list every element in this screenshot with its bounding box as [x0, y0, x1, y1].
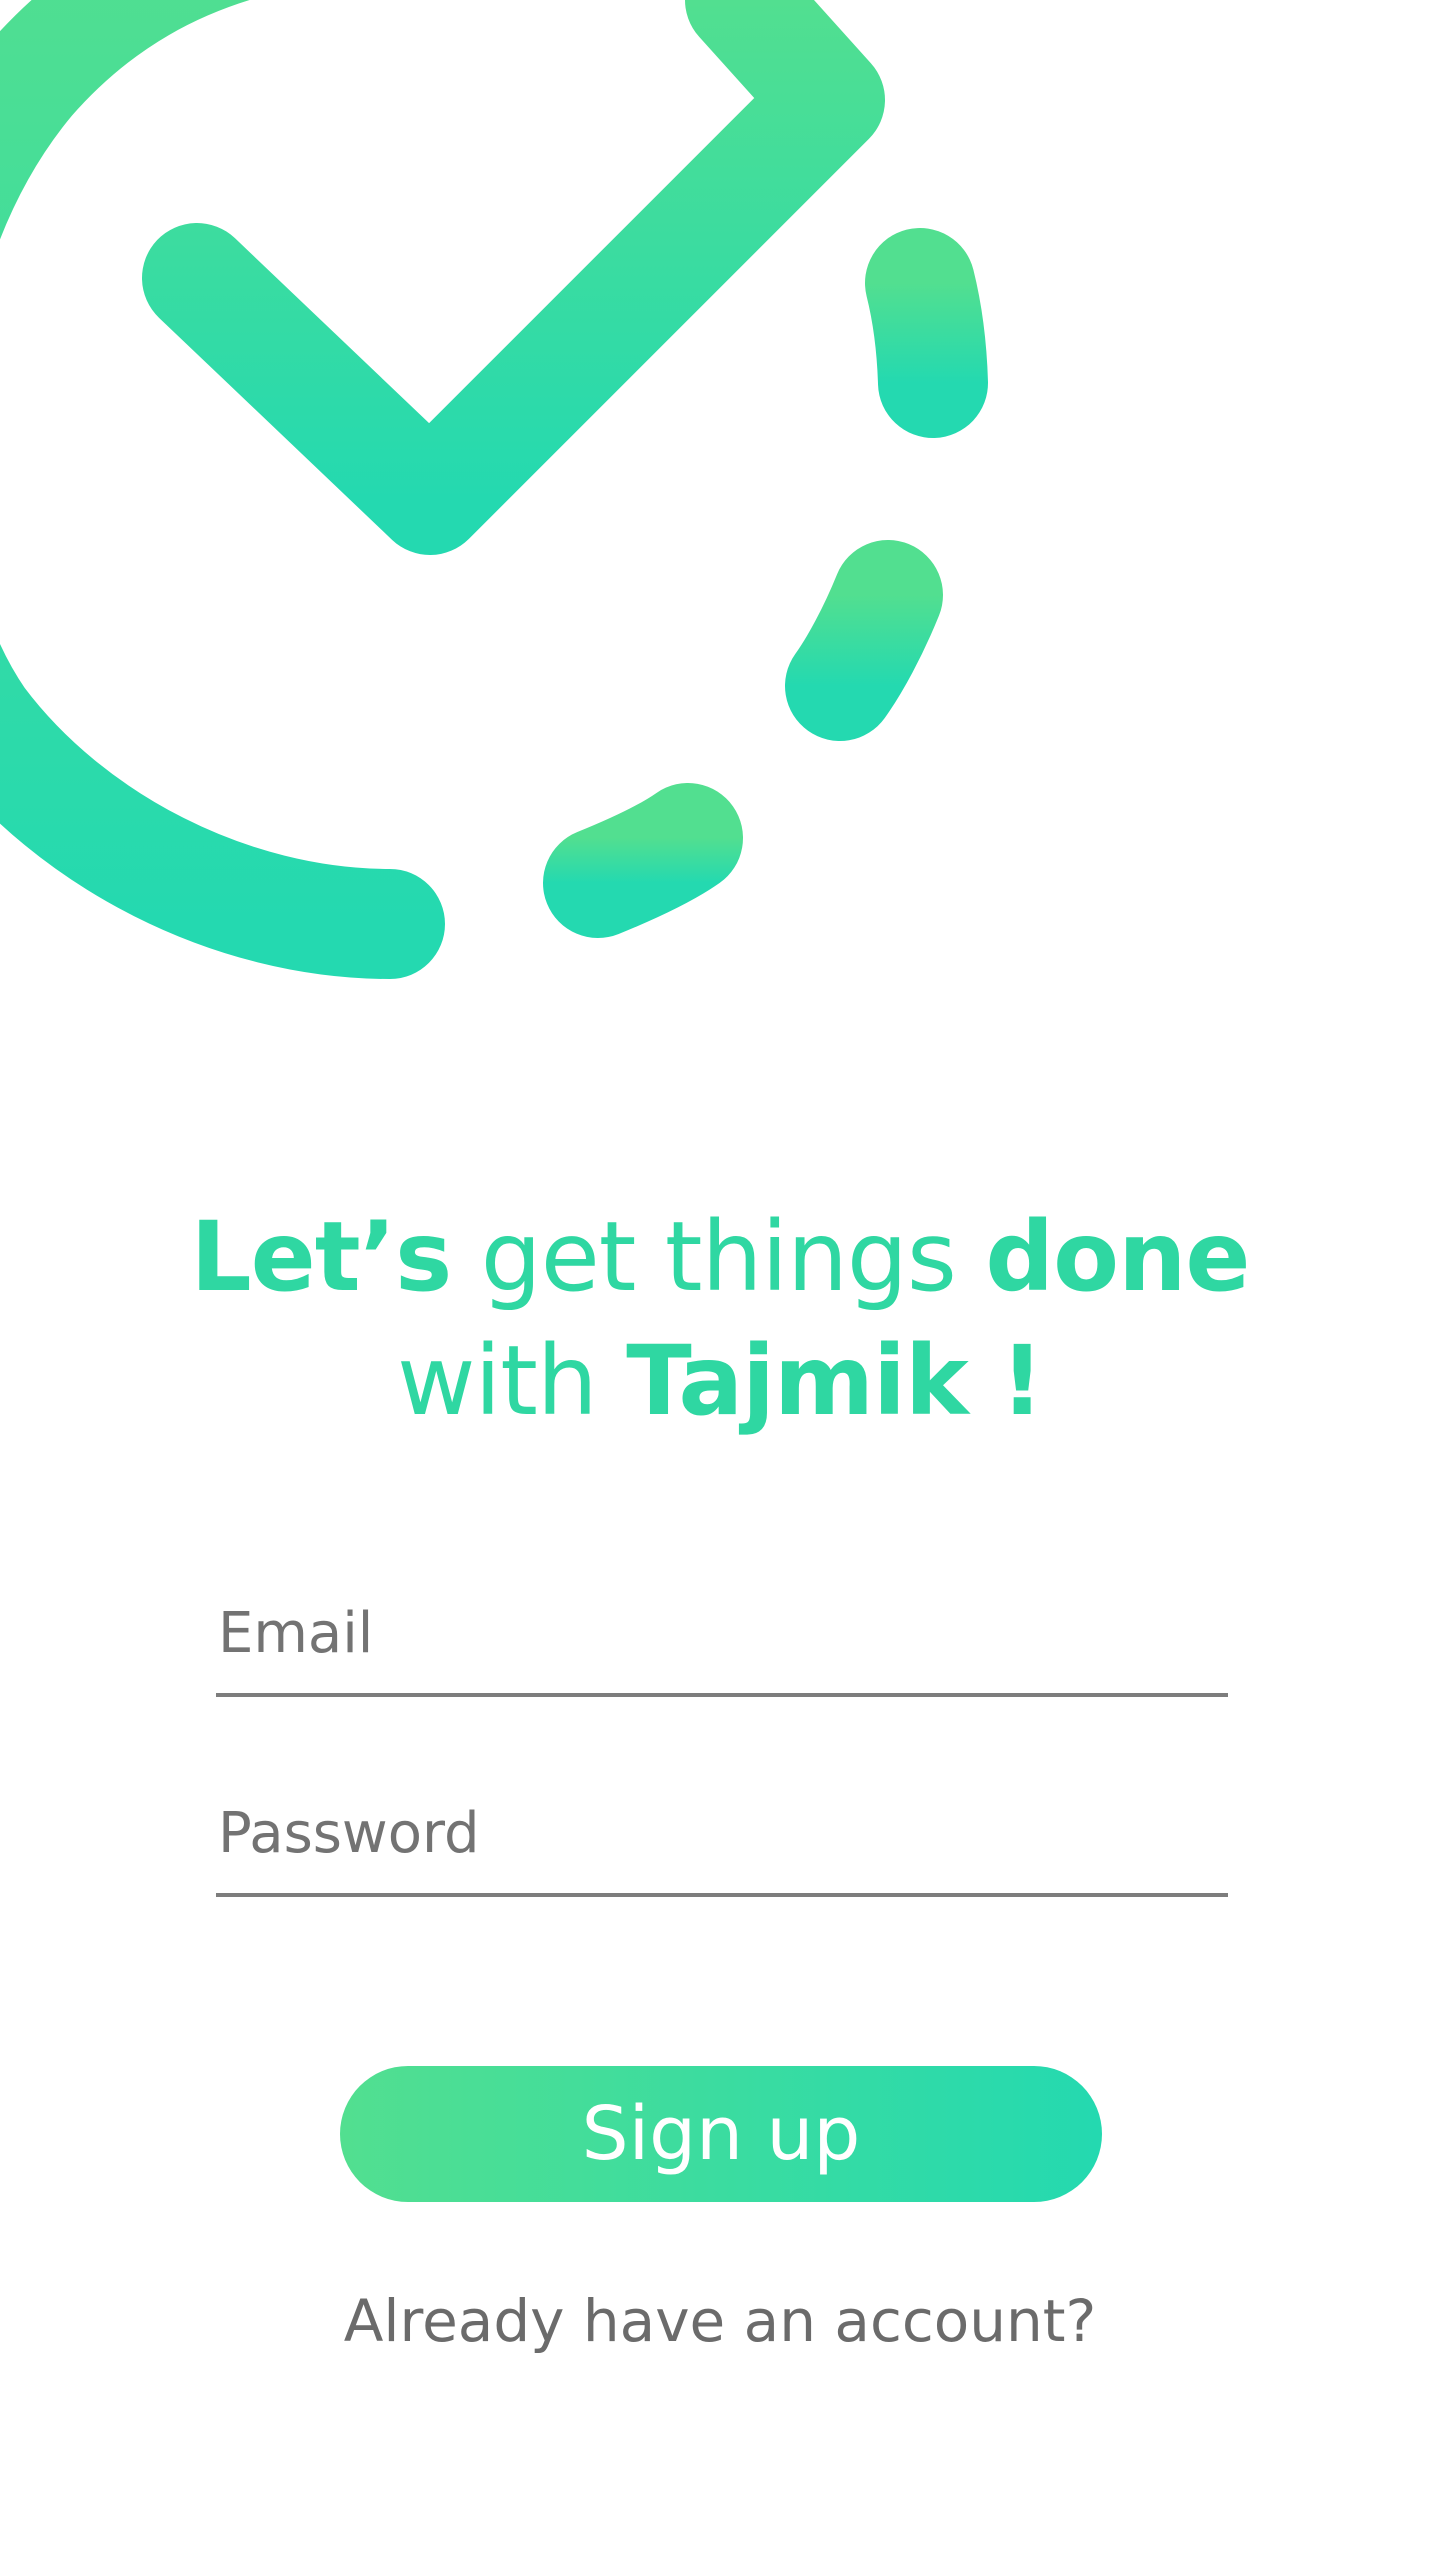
- headline: Let’s get things done with Tajmik !: [0, 1195, 1440, 1443]
- signup-screen: Let’s get things done with Tajmik ! Sign…: [0, 0, 1440, 2560]
- headline-line-2: with Tajmik !: [0, 1319, 1440, 1443]
- headline-brand: Tajmik !: [626, 1325, 1044, 1437]
- logo-checkmark: [142, 0, 885, 555]
- logo-dash-middle: [785, 540, 943, 741]
- headline-done: done: [985, 1201, 1250, 1313]
- dashed-circle-checkmark-icon: [0, 0, 988, 979]
- headline-get-things: get things: [451, 1201, 986, 1313]
- logo-dash-top: [865, 228, 988, 438]
- email-field-container: [216, 1587, 1228, 1697]
- email-input[interactable]: [216, 1587, 1228, 1697]
- password-field-container: [216, 1787, 1228, 1897]
- headline-with: with: [397, 1325, 627, 1437]
- password-input[interactable]: [216, 1787, 1228, 1897]
- logo-dash-bottom: [543, 783, 743, 938]
- already-have-account-link[interactable]: Already have an account?: [0, 2287, 1440, 2355]
- headline-lets: Let’s: [190, 1201, 452, 1313]
- sign-up-button[interactable]: Sign up: [340, 2066, 1102, 2202]
- headline-line-1: Let’s get things done: [0, 1195, 1440, 1319]
